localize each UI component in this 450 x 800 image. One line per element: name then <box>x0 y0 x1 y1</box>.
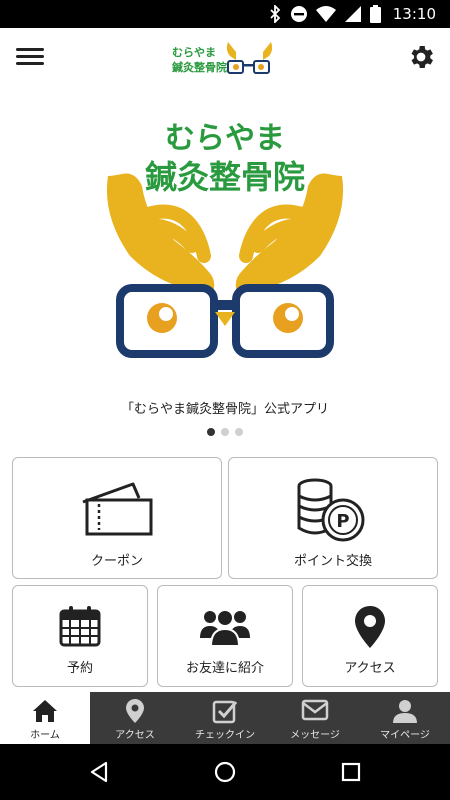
hero-logo: むらやま 鍼灸整骨院 <box>106 121 344 358</box>
calendar-icon <box>59 606 101 647</box>
nav-access[interactable]: アクセス <box>90 692 180 744</box>
access-label: アクセス <box>344 661 396 676</box>
coupon-label: クーポン <box>90 554 143 569</box>
home-circle-icon[interactable] <box>213 760 237 784</box>
nav-home-label: ホーム <box>30 730 60 741</box>
home-icon <box>33 700 57 722</box>
ticket-icon <box>82 482 153 536</box>
wifi-icon <box>315 6 336 22</box>
reservation-tile[interactable]: 予約 <box>12 585 148 687</box>
app-bar: むらやま 鍼灸整骨院 <box>0 28 450 86</box>
nav-checkin[interactable]: チェックイン <box>180 692 270 744</box>
hero-caption: 「むらやま鍼灸整骨院」公式アプリ <box>120 402 329 417</box>
nav-message-label: メッセージ <box>290 730 340 741</box>
header-logo-line1: むらやま <box>172 46 216 59</box>
carousel-dot[interactable] <box>235 428 243 436</box>
carousel-dot[interactable] <box>207 428 215 436</box>
hero-logo-line2: 鍼灸整骨院 <box>145 158 305 196</box>
checkbox-icon <box>212 700 238 724</box>
person-icon <box>393 700 417 723</box>
nav-mypage[interactable]: マイページ <box>360 692 450 744</box>
nav-checkin-label: チェックイン <box>195 730 255 741</box>
signal-icon <box>344 6 361 22</box>
svg-text:P: P <box>336 511 349 532</box>
header-logo-line2: 鍼灸整骨院 <box>172 60 227 74</box>
nav-home[interactable]: ホーム <box>0 692 90 744</box>
carousel-dot[interactable] <box>221 428 229 436</box>
reservation-label: 予約 <box>66 661 93 676</box>
coupon-tile[interactable]: クーポン <box>12 457 222 579</box>
nav-access-label: アクセス <box>115 730 155 741</box>
status-time: 13:10 <box>392 5 436 23</box>
refer-friend-label: お友達に紹介 <box>185 661 264 676</box>
battery-icon <box>369 5 381 23</box>
back-icon[interactable] <box>87 760 111 784</box>
point-exchange-label: ポイント交換 <box>293 554 372 569</box>
bottom-nav: ホーム アクセス チェックイン メッセージ マイページ <box>0 692 450 744</box>
hamburger-menu-icon[interactable] <box>14 42 46 72</box>
do-not-disturb-icon <box>290 6 307 22</box>
group-icon <box>200 609 250 647</box>
carousel-dots <box>0 428 450 440</box>
location-pin-icon <box>355 606 385 648</box>
gear-icon[interactable] <box>406 42 436 72</box>
bluetooth-icon <box>270 5 281 23</box>
hero-banner[interactable]: むらやま 鍼灸整骨院 <box>0 86 450 398</box>
location-pin-icon <box>126 699 144 723</box>
point-exchange-tile[interactable]: P ポイント交換 <box>228 457 438 579</box>
header-logo[interactable]: むらやま 鍼灸整骨院 <box>170 40 280 78</box>
system-nav-bar <box>0 744 450 800</box>
nav-message[interactable]: メッセージ <box>270 692 360 744</box>
access-tile[interactable]: アクセス <box>302 585 438 687</box>
recents-icon[interactable] <box>339 760 363 784</box>
point-coins-icon: P <box>297 478 365 542</box>
refer-friend-tile[interactable]: お友達に紹介 <box>157 585 293 687</box>
nav-mypage-label: マイページ <box>380 730 430 741</box>
mail-icon <box>301 699 329 721</box>
status-bar: 13:10 <box>0 0 450 28</box>
hero-logo-line1: むらやま <box>165 121 285 156</box>
